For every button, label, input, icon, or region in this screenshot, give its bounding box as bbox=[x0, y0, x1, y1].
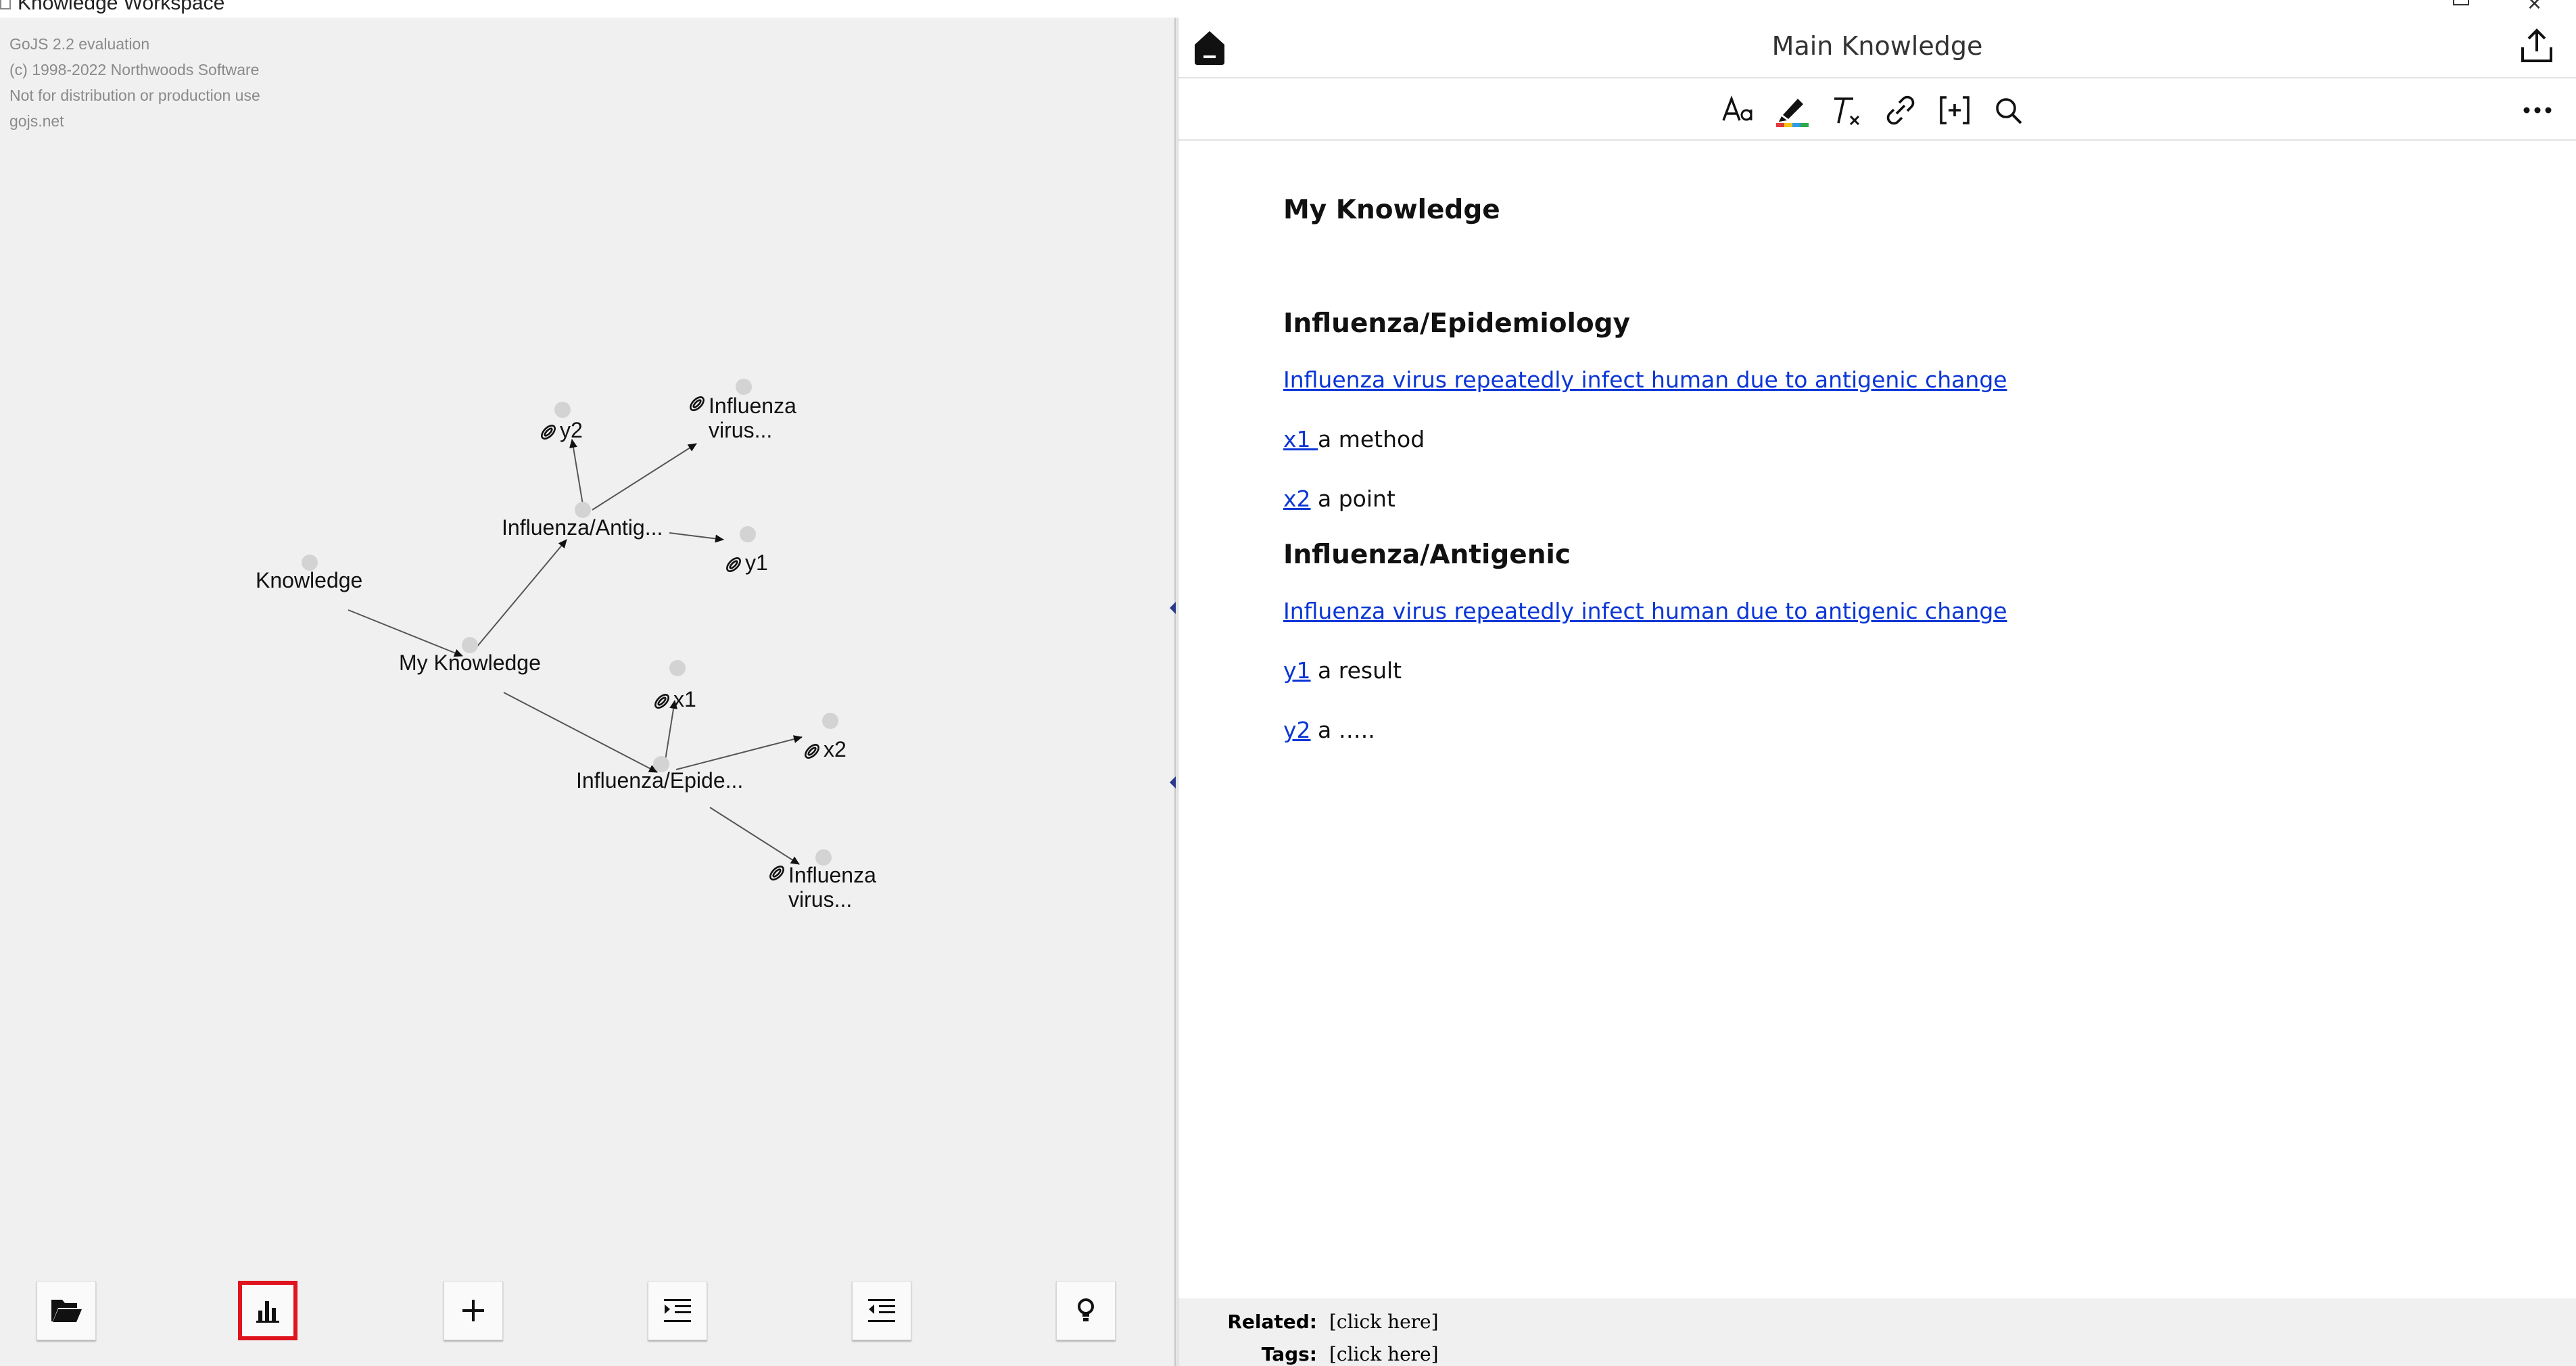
port-y1[interactable] bbox=[740, 526, 756, 542]
node-x2[interactable]: x2 bbox=[802, 737, 846, 761]
node-x1[interactable]: x1 bbox=[652, 687, 696, 711]
node-influenza-virus-bottom[interactable]: Influenza virus... bbox=[767, 863, 890, 912]
link-antigenic-y2 bbox=[569, 439, 583, 505]
format-toolbar bbox=[1178, 78, 2576, 141]
tags-label: Tags: bbox=[1261, 1343, 1317, 1365]
section-link-antigenic: Influenza virus repeatedly infect human … bbox=[1283, 598, 2007, 624]
diagram-panel[interactable]: GoJS 2.2 evaluation (c) 1998-2022 Northw… bbox=[0, 18, 1174, 1366]
link-epidemiology-x2 bbox=[675, 735, 803, 770]
node-y1-label: y1 bbox=[745, 550, 768, 575]
paperclip-icon bbox=[769, 866, 784, 880]
outdent-icon bbox=[868, 1299, 895, 1322]
link-epidemiology-virus bbox=[709, 807, 800, 865]
list-item: y2 a ….. bbox=[1283, 717, 1375, 743]
port-x2[interactable] bbox=[822, 713, 838, 729]
related-value[interactable]: [click here] bbox=[1329, 1311, 1439, 1333]
restore-window-icon[interactable] bbox=[2453, 0, 2469, 5]
paperclip-icon bbox=[805, 743, 819, 759]
add-button[interactable] bbox=[444, 1281, 503, 1340]
link-knowledge-myknowledge bbox=[348, 609, 463, 657]
highlighter-icon[interactable] bbox=[1773, 92, 1811, 128]
diagram-canvas[interactable] bbox=[0, 18, 1174, 1366]
note-header: Main Knowledge bbox=[1178, 18, 2576, 78]
item-text: a point bbox=[1310, 486, 1396, 512]
indent-icon bbox=[664, 1299, 691, 1322]
link-myknowledge-epidemiology bbox=[503, 692, 658, 773]
paperclip-icon bbox=[541, 424, 556, 440]
insert-bracket-icon[interactable] bbox=[1936, 92, 1974, 128]
outdent-button[interactable] bbox=[852, 1281, 911, 1340]
close-window-icon[interactable]: × bbox=[2527, 0, 2542, 18]
paperclip-icon bbox=[654, 693, 669, 709]
section-link-epidemiology: Influenza virus repeatedly infect human … bbox=[1283, 367, 2007, 393]
note-title: Main Knowledge bbox=[1771, 31, 1983, 61]
paperclip-icon bbox=[690, 396, 705, 411]
link-antigenic-virus bbox=[592, 443, 697, 511]
list-item: x1 a method bbox=[1283, 426, 1425, 452]
app-icon bbox=[0, 0, 11, 9]
note-link[interactable]: Influenza virus repeatedly infect human … bbox=[1283, 598, 2007, 624]
node-y2-label: y2 bbox=[560, 418, 583, 442]
related-row: Related: [click here] bbox=[1178, 1311, 1439, 1333]
item-text: a method bbox=[1318, 426, 1425, 452]
note-link-x1[interactable]: x1 bbox=[1283, 426, 1318, 452]
paperclip-icon bbox=[726, 557, 741, 572]
tags-row: Tags: [click here] bbox=[1178, 1343, 1439, 1365]
section-heading-epidemiology: Influenza/Epidemiology bbox=[1283, 308, 1631, 339]
bar-chart-icon bbox=[256, 1301, 279, 1323]
text-format-icon[interactable] bbox=[1719, 92, 1757, 128]
lightbulb-icon bbox=[1078, 1298, 1094, 1321]
node-x1-label: x1 bbox=[673, 687, 696, 711]
note-link-x2[interactable]: x2 bbox=[1283, 486, 1311, 512]
node-my-knowledge[interactable]: My Knowledge bbox=[399, 651, 541, 675]
window-titlebar: Knowledge Workspace × bbox=[0, 0, 2576, 18]
node-influenza-antigenic[interactable]: Influenza/Antig... bbox=[502, 515, 663, 540]
folder-open-icon bbox=[51, 1300, 82, 1322]
node-influenza-virus-top[interactable]: Influenza virus... bbox=[687, 394, 810, 442]
note-metadata: Related: [click here] Tags: [click here] bbox=[1178, 1298, 2576, 1366]
node-influenza-virus-bottom-label: Influenza virus... bbox=[788, 863, 876, 912]
idea-button[interactable] bbox=[1056, 1281, 1116, 1340]
port-y2[interactable] bbox=[554, 402, 571, 418]
link-myknowledge-antigenic bbox=[475, 539, 567, 649]
clear-format-icon[interactable] bbox=[1828, 92, 1865, 128]
link-antigenic-y1 bbox=[669, 532, 724, 543]
port-virus-top[interactable] bbox=[736, 379, 752, 395]
list-item: x2 a point bbox=[1283, 486, 1396, 512]
list-item: y1 a result bbox=[1283, 657, 1402, 684]
note-heading: My Knowledge bbox=[1283, 195, 1500, 225]
item-text: a result bbox=[1310, 657, 1402, 684]
note-link-y2[interactable]: y2 bbox=[1283, 717, 1311, 743]
indent-button[interactable] bbox=[648, 1281, 707, 1340]
section-heading-antigenic: Influenza/Antigenic bbox=[1283, 540, 1571, 570]
related-label: Related: bbox=[1227, 1311, 1317, 1333]
node-x2-label: x2 bbox=[824, 737, 846, 761]
item-text: a ….. bbox=[1310, 717, 1375, 743]
more-options-icon[interactable] bbox=[2519, 93, 2556, 127]
window-title: Knowledge Workspace bbox=[18, 0, 225, 14]
note-link[interactable]: Influenza virus repeatedly infect human … bbox=[1283, 367, 2007, 393]
link-icon[interactable] bbox=[1882, 92, 1919, 128]
node-influenza-virus-top-label: Influenza virus... bbox=[709, 394, 796, 442]
open-folder-button[interactable] bbox=[37, 1281, 96, 1340]
node-influenza-epidemiology[interactable]: Influenza/Epide... bbox=[576, 768, 743, 793]
collapse-arrow-icon[interactable] bbox=[1170, 776, 1176, 788]
chart-button[interactable] bbox=[238, 1281, 297, 1340]
node-knowledge[interactable]: Knowledge bbox=[256, 568, 362, 592]
collapse-arrow-icon[interactable] bbox=[1170, 602, 1176, 614]
share-export-icon[interactable] bbox=[2519, 28, 2555, 65]
note-panel: Main Knowledge My Knowledge Influenza/Ep… bbox=[1178, 18, 2576, 1366]
node-y2[interactable]: y2 bbox=[538, 418, 583, 442]
port-x1[interactable] bbox=[669, 660, 686, 676]
plus-icon bbox=[462, 1300, 484, 1321]
tags-value[interactable]: [click here] bbox=[1329, 1343, 1439, 1365]
node-y1[interactable]: y1 bbox=[723, 550, 768, 575]
search-icon[interactable] bbox=[1990, 92, 2028, 128]
note-link-y1[interactable]: y1 bbox=[1283, 657, 1311, 684]
